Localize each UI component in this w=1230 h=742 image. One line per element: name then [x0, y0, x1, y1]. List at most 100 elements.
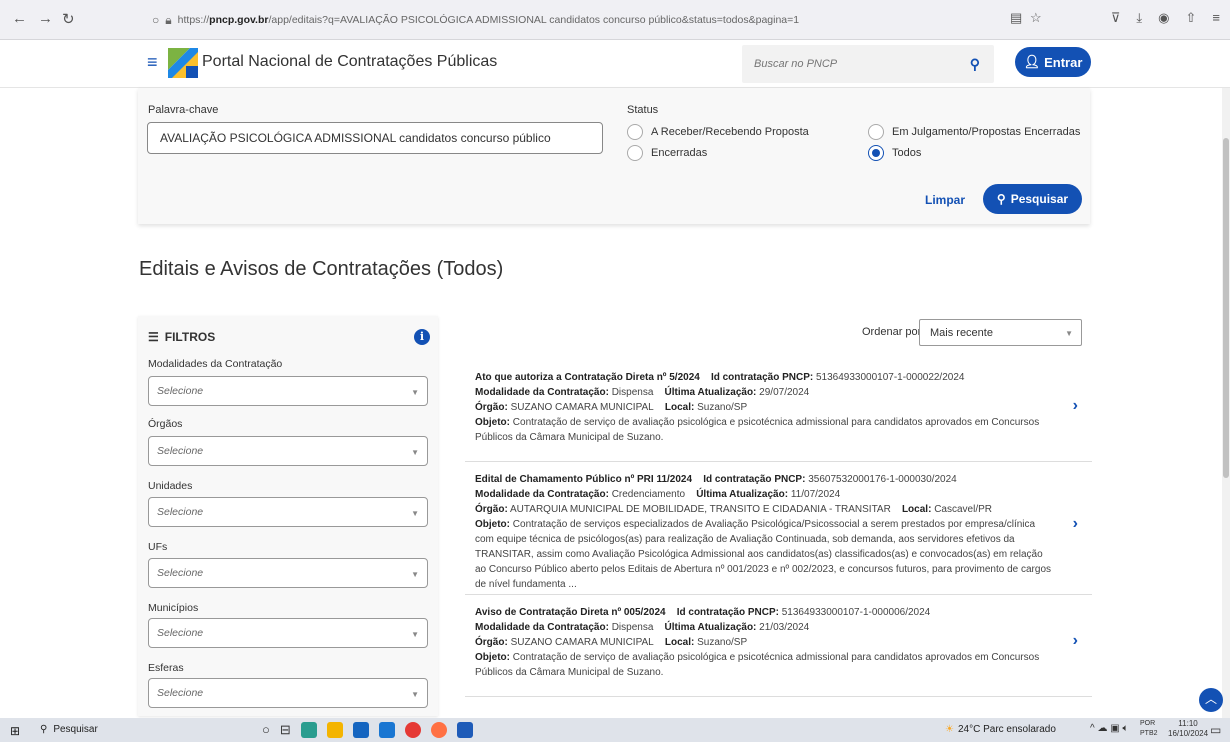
login-button[interactable]: 👤︎ Entrar	[1015, 47, 1091, 77]
mail-icon[interactable]	[352, 722, 369, 738]
back-icon[interactable]: ←	[12, 10, 27, 27]
status-radio-todos[interactable]: Todos	[868, 145, 921, 161]
result-meta-row: Modalidade da Contratação: Credenciament…	[475, 487, 1092, 502]
menu-icon[interactable]: ≡	[1212, 10, 1220, 26]
filter-label-municipios: Municípios	[148, 602, 199, 614]
sort-value: Mais recente	[930, 326, 993, 339]
word-icon[interactable]	[456, 722, 473, 738]
notification-icon[interactable]: ▭	[1210, 723, 1221, 737]
select-value: Selecione	[157, 385, 204, 397]
widgets-icon[interactable]: ⊟	[280, 722, 291, 738]
taskbar-clock[interactable]: 11:10 16/10/2024	[1168, 719, 1208, 739]
system-tray-icons[interactable]: ^ ☁ ▣ 🔈︎	[1090, 723, 1128, 734]
filter-select-ufs[interactable]: Selecione ▼	[148, 558, 428, 588]
account-icon[interactable]: ◉	[1158, 10, 1169, 26]
header-search: ⚲	[742, 45, 994, 83]
filter-select-municipios[interactable]: Selecione ▼	[148, 618, 428, 648]
store-icon[interactable]	[378, 722, 395, 738]
result-title: Edital de Chamamento Público nº PRI 11/2…	[475, 474, 693, 485]
info-icon[interactable]: i	[414, 329, 430, 345]
radio-circle	[868, 124, 884, 140]
address-bar[interactable]: ○ 🔒︎ https://pncp.gov.br/app/editais?q=A…	[140, 6, 1060, 34]
chevron-right-icon[interactable]: ›	[1073, 516, 1078, 532]
task-view-icon[interactable]: ○	[262, 722, 270, 738]
result-orgao: SUZANO CAMARA MUNICIPAL	[510, 402, 654, 413]
status-radio-encerradas[interactable]: Encerradas	[627, 145, 707, 161]
objeto-label: Objeto:	[475, 519, 510, 530]
result-org-row: Órgão: SUZANO CAMARA MUNICIPAL Local: Su…	[475, 400, 1092, 415]
status-label: Status	[627, 104, 659, 116]
filter-select-modalidades[interactable]: Selecione ▼	[148, 376, 428, 406]
result-orgao: AUTARQUIA MUNICIPAL DE MOBILIDADE, TRANS…	[510, 504, 891, 515]
status-radio-julgamento[interactable]: Em Julgamento/Propostas Encerradas	[868, 124, 1080, 140]
pocket-icon[interactable]: ⊽	[1111, 10, 1121, 26]
scrollbar-thumb[interactable]	[1223, 138, 1229, 478]
header-search-input[interactable]	[742, 45, 962, 83]
result-objeto: Contratação de serviço de avaliação psic…	[475, 417, 1040, 443]
result-id: 51364933000107-1-000006/2024	[781, 607, 931, 618]
keyboard-language[interactable]: POR PTB2	[1140, 719, 1158, 739]
reload-icon[interactable]: ↻	[62, 10, 75, 28]
firefox-icon[interactable]	[430, 722, 447, 738]
filter-label-esferas: Esferas	[148, 662, 184, 674]
result-local: Suzano/SP	[697, 637, 748, 648]
edge-icon[interactable]	[300, 722, 317, 738]
chevron-down-icon: ▼	[1065, 329, 1073, 338]
clear-button[interactable]: Limpar	[925, 193, 965, 207]
modalidade-label: Modalidade da Contratação:	[475, 489, 609, 500]
filter-select-orgaos[interactable]: Selecione ▼	[148, 436, 428, 466]
radio-circle	[627, 145, 643, 161]
result-title-row: Aviso de Contratação Direta nº 005/2024 …	[475, 605, 1092, 620]
status-radio-receber[interactable]: A Receber/Recebendo Proposta	[627, 124, 809, 140]
filters-heading-text: FILTROS	[164, 330, 216, 344]
taskbar-weather[interactable]: ☀ 24°C Parc ensolarado	[945, 724, 1056, 735]
result-item[interactable]: Edital de Chamamento Público nº PRI 11/2…	[465, 468, 1092, 595]
result-item[interactable]: Ato que autoriza a Contratação Direta nº…	[465, 366, 1092, 462]
reader-view-icon[interactable]: ▤	[1010, 10, 1022, 26]
pncp-logo	[168, 48, 198, 78]
windows-start-icon[interactable]: ⊞	[10, 724, 20, 738]
weather-icon: ☀	[945, 724, 954, 735]
radio-label: Em Julgamento/Propostas Encerradas	[892, 126, 1081, 138]
download-icon[interactable]: ⤓	[1136, 10, 1142, 26]
result-item[interactable]: Aviso de Contratação Direta nº 005/2024 …	[465, 601, 1092, 697]
forward-icon[interactable]: →	[38, 10, 53, 27]
clock-time: 11:10	[1178, 719, 1198, 728]
taskbar-search-label: Pesquisar	[53, 724, 98, 735]
url-prefix: https://	[177, 14, 210, 26]
chevron-down-icon: ▼	[411, 448, 419, 457]
weather-text: 24°C Parc ensolarado	[957, 724, 1056, 735]
keyword-input[interactable]: AVALIAÇÃO PSICOLÓGICA ADMISSIONAL candid…	[147, 122, 603, 154]
result-meta-row: Modalidade da Contratação: Dispensa Últi…	[475, 385, 1092, 400]
modalidade-label: Modalidade da Contratação:	[475, 387, 609, 398]
chevron-down-icon: ▼	[411, 690, 419, 699]
search-icon[interactable]: ⚲	[970, 56, 980, 73]
filter-select-esferas[interactable]: Selecione ▼	[148, 678, 428, 708]
file-explorer-icon[interactable]	[326, 722, 343, 738]
result-objeto: Contratação de serviço de avaliação psic…	[475, 652, 1040, 678]
search-button[interactable]: ⚲ Pesquisar	[983, 184, 1082, 214]
atualizacao-label: Última Atualização:	[696, 489, 789, 500]
filter-select-unidades[interactable]: Selecione ▼	[148, 497, 428, 527]
result-id: 35607532000176-1-000030/2024	[808, 474, 957, 485]
chevron-right-icon[interactable]: ›	[1073, 633, 1078, 649]
result-title-row: Edital de Chamamento Público nº PRI 11/2…	[475, 472, 1092, 487]
scroll-to-top-button[interactable]: ︿	[1199, 688, 1223, 712]
page-scrollbar[interactable]	[1222, 88, 1230, 718]
radio-label: Encerradas	[651, 147, 708, 159]
taskbar-search[interactable]: ⚲ Pesquisar	[40, 724, 98, 735]
page-title: Editais e Avisos de Contratações (Todos)	[139, 258, 504, 280]
chrome-icon[interactable]	[404, 722, 421, 738]
bookmark-star-icon[interactable]: ☆	[1030, 10, 1042, 26]
radio-label: A Receber/Recebendo Proposta	[651, 126, 809, 138]
sort-select[interactable]: Mais recente ▼	[919, 319, 1082, 346]
result-objeto-row: Objeto: Contratação de serviços especial…	[475, 517, 1055, 592]
filter-label-modalidades: Modalidades da Contratação	[148, 358, 283, 370]
share-icon[interactable]: ⇧	[1186, 10, 1197, 26]
portal-title[interactable]: Portal Nacional de Contratações Públicas	[202, 53, 497, 71]
radio-label: Todos	[892, 147, 922, 159]
taskbar-apps: ○ ⊟	[262, 722, 473, 738]
chevron-right-icon[interactable]: ›	[1073, 398, 1078, 414]
hamburger-menu-icon[interactable]: ≡	[147, 52, 158, 73]
select-value: Selecione	[157, 567, 204, 579]
